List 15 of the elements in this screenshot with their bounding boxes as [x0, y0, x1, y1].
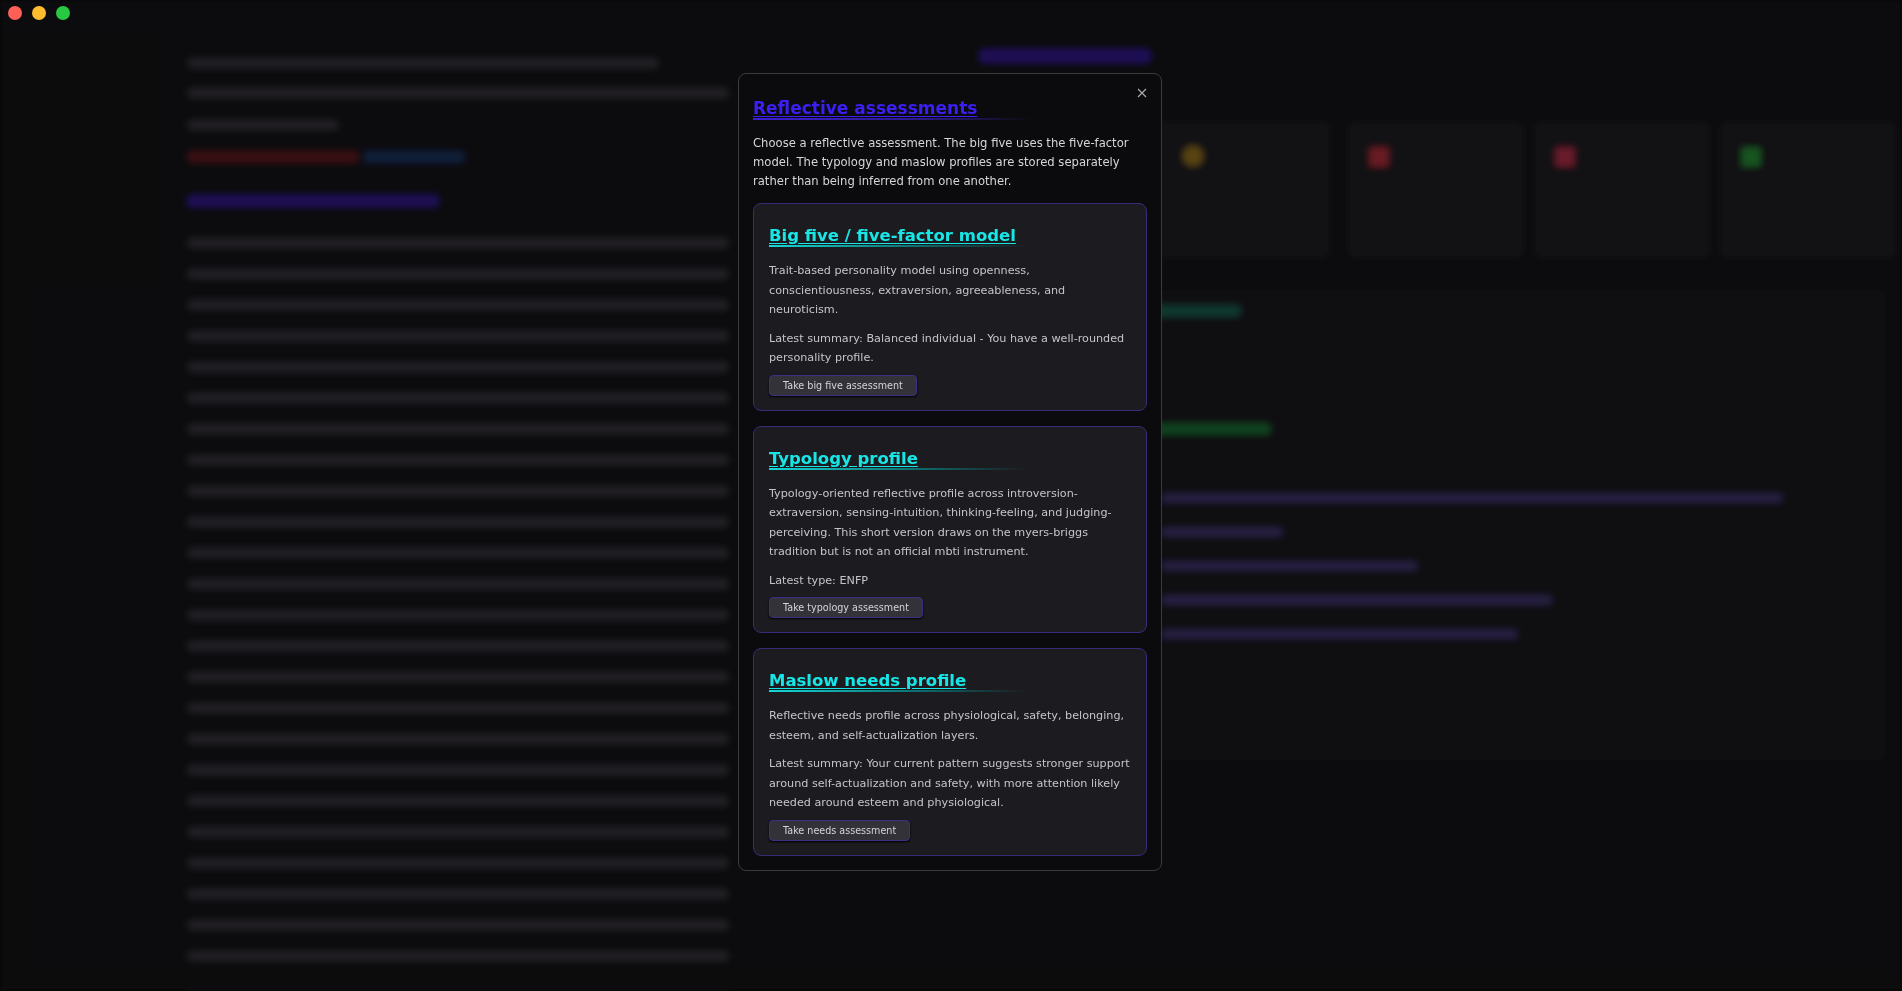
take-assessment-button[interactable]: Take big five assessment: [769, 374, 917, 396]
card-summary: Latest type: ENFP: [769, 572, 870, 589]
take-assessment-button[interactable]: Take typology assessment: [769, 597, 923, 618]
card-description: Trait-based personality model using openness, conscientiousness, extraversion, agreeableness, and neuroticism.: [769, 263, 1067, 318]
card-title: Typology profile: [769, 448, 918, 468]
modal-title: Reflective assessments: [753, 98, 978, 118]
card-title: Big five / five-factor model: [769, 226, 1016, 245]
take-assessment-button[interactable]: Take needs assessment: [769, 819, 911, 841]
modal-intro-text: Choose a reflective assessment. The big five uses the five-factor model. The typology and maslow profiles are stored separately rather than being inferred from one another.: [753, 135, 1130, 190]
card-title: Maslow needs profile: [769, 671, 967, 690]
card-summary: Latest summary: Your current pattern suggests stronger support around self-actualization and safety, with more attention likely needed around esteem and physiological.: [769, 756, 1131, 811]
card-description: Typology-oriented reflective profile across introversion-extraversion, sensing-intuition, thinking-feeling, and judging-perceiving. This short version draws on the myers-briggs tradition but is not an official mbti instrument.: [769, 485, 1113, 560]
close-icon[interactable]: [1137, 88, 1147, 98]
card-description: Reflective needs profile across physiological, safety, belonging, esteem, and self-actualization layers.: [769, 708, 1126, 744]
card-summary: Latest summary: Balanced individual - You have a well-rounded personality profile.: [769, 330, 1126, 366]
